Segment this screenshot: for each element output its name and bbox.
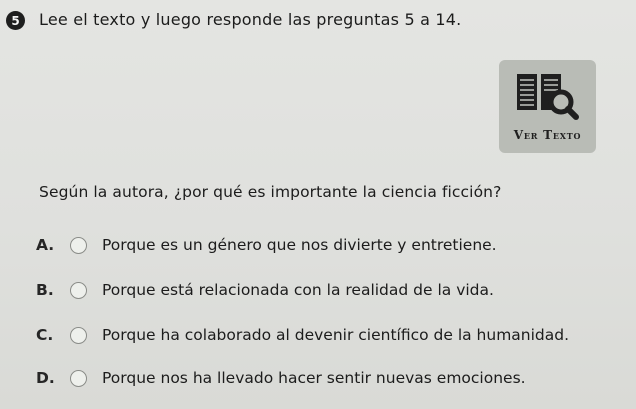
- ver-texto-label: Ver Texto: [513, 128, 582, 142]
- option-text: Porque está relacionada con la realidad …: [102, 281, 494, 299]
- option-a[interactable]: A. Porque es un género que nos divierte …: [36, 233, 497, 257]
- option-letter: A.: [36, 236, 55, 254]
- question-text: Según la autora, ¿por qué es importante …: [39, 183, 502, 201]
- radio-button[interactable]: [70, 281, 87, 299]
- option-letter: C.: [36, 326, 54, 344]
- option-text: Porque es un género que nos divierte y e…: [102, 236, 497, 254]
- option-c[interactable]: C. Porque ha colaborado al devenir cient…: [36, 323, 569, 347]
- option-text: Porque ha colaborado al devenir científi…: [102, 326, 570, 344]
- option-letter: D.: [36, 369, 55, 387]
- option-d[interactable]: D. Porque nos ha llevado hacer sentir nu…: [36, 366, 526, 390]
- radio-button[interactable]: [70, 326, 87, 344]
- radio-button[interactable]: [70, 236, 87, 254]
- question-number-badge: 5: [6, 11, 25, 30]
- instruction-text: Lee el texto y luego responde las pregun…: [39, 10, 462, 29]
- document-search-icon: [517, 74, 579, 120]
- radio-button[interactable]: [70, 369, 87, 387]
- option-text: Porque nos ha llevado hacer sentir nueva…: [102, 369, 526, 387]
- option-letter: B.: [36, 281, 54, 299]
- ver-texto-button[interactable]: Ver Texto: [499, 60, 596, 153]
- option-b[interactable]: B. Porque está relacionada con la realid…: [36, 278, 494, 302]
